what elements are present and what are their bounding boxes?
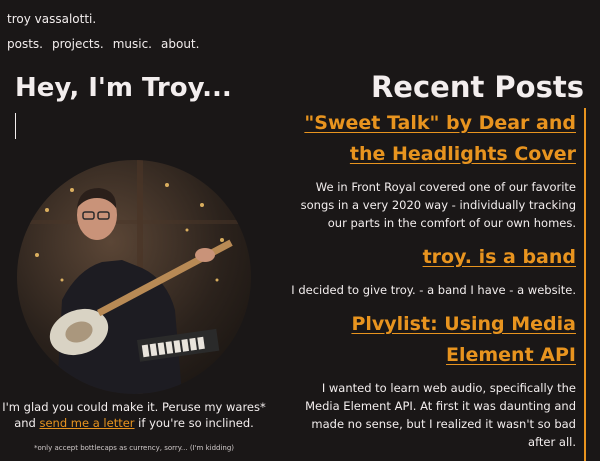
post-item: "Sweet Talk" by Dear and the Headlights … [286, 108, 576, 232]
post-title-link[interactable]: troy. is a band [286, 242, 576, 273]
recent-posts-list: "Sweet Talk" by Dear and the Headlights … [286, 108, 586, 461]
send-letter-link[interactable]: send me a letter [39, 416, 134, 430]
post-item: troy. is a band I decided to give troy. … [286, 242, 576, 299]
post-excerpt: I decided to give troy. - a band I have … [291, 283, 576, 297]
nav-item-posts[interactable]: posts. [7, 37, 43, 51]
profile-photo-illustration [17, 160, 251, 394]
profile-photo [17, 160, 251, 394]
post-excerpt: We in Front Royal covered one of our fav… [300, 180, 576, 230]
nav-item-about[interactable]: about. [161, 37, 199, 51]
post-item: Plvylist: Using Media Element API I want… [286, 309, 576, 451]
recent-posts-heading: Recent Posts [370, 70, 584, 104]
welcome-message: I'm glad you could make it. Peruse my wa… [0, 399, 268, 431]
currency-footnote: *only accept bottlecaps as currency, sor… [33, 444, 235, 452]
typing-cursor [15, 113, 16, 139]
nav-item-projects[interactable]: projects. [52, 37, 104, 51]
hero-title: Hey, I'm Troy... [15, 73, 232, 103]
main-nav: posts. projects. music. about. [7, 37, 199, 51]
site-title[interactable]: troy vassalotti. [7, 12, 96, 26]
welcome-text-suffix: if you're so inclined. [134, 416, 254, 430]
nav-item-music[interactable]: music. [113, 37, 152, 51]
post-title-link[interactable]: "Sweet Talk" by Dear and the Headlights … [286, 108, 576, 170]
post-title-link[interactable]: Plvylist: Using Media Element API [286, 309, 576, 371]
post-excerpt: I wanted to learn web audio, specificall… [305, 381, 576, 449]
